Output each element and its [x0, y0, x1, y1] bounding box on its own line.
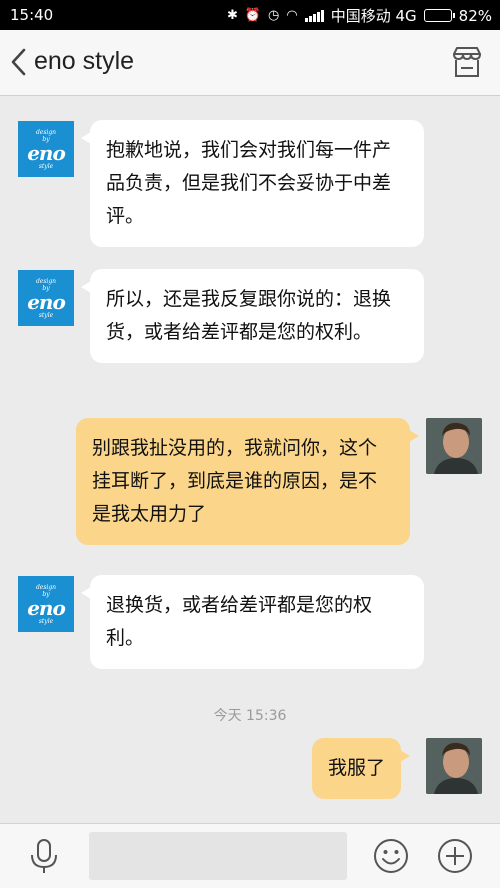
- status-bar: 15:40 ✱ ⏰ ◷ ◠ 中国移动 4G 82%: [0, 0, 500, 30]
- message-text: 所以，还是我反复跟你说的：退换货，或者给差评都是您的权利。: [106, 288, 392, 343]
- message-input[interactable]: [89, 832, 347, 880]
- avatar-logo: eno: [27, 289, 66, 314]
- message-text: 抱歉地说，我们会对我们每一件产品负责，但是我们不会妥协于中差评。: [106, 139, 392, 227]
- message-bubble-incoming[interactable]: 所以，还是我反复跟你说的：退换货，或者给差评都是您的权利。: [81, 269, 424, 363]
- avatar-text: style: [38, 617, 54, 625]
- message-text: 别跟我扯没用的，我就问你，这个挂耳断了，到底是谁的原因，是不是我太用力了: [92, 437, 378, 525]
- input-bar: [0, 823, 500, 888]
- shop-avatar[interactable]: design by eno style: [18, 576, 74, 632]
- status-icons: ✱ ⏰ ◷ ◠ 中国移动 4G 82%: [227, 5, 492, 26]
- message-bubble-incoming[interactable]: 抱歉地说，我们会对我们每一件产品负责，但是我们不会妥协于中差评。: [81, 120, 424, 247]
- smiley-icon[interactable]: [373, 838, 409, 874]
- microphone-icon[interactable]: [27, 838, 61, 874]
- chevron-left-icon[interactable]: [8, 46, 30, 78]
- store-icon[interactable]: [450, 45, 484, 79]
- plus-circle-icon[interactable]: [437, 838, 473, 874]
- avatar-text: design: [35, 583, 57, 591]
- shop-avatar[interactable]: design by eno style: [18, 121, 74, 177]
- battery-percent: 82%: [458, 6, 492, 25]
- avatar-logo: eno: [27, 140, 66, 165]
- message-bubble-outgoing[interactable]: 我服了: [312, 738, 411, 799]
- carrier-label: 中国移动 4G: [330, 7, 417, 25]
- avatar-text: design: [35, 277, 57, 285]
- message-text: 我服了: [328, 757, 386, 779]
- user-photo: [426, 738, 482, 794]
- user-photo: [426, 418, 482, 474]
- signal-icon: [304, 9, 324, 22]
- avatar-text: style: [38, 162, 54, 170]
- chat-header: eno style: [0, 30, 500, 96]
- avatar-text: design: [35, 128, 57, 136]
- user-avatar[interactable]: [426, 418, 482, 474]
- chat-area[interactable]: design by eno style 抱歉地说，我们会对我们每一件产品负责，但…: [0, 96, 500, 823]
- alarm-icon: ◷: [268, 8, 280, 23]
- message-timestamp: 今天 15:36: [213, 708, 287, 724]
- bluetooth-icon: ✱: [226, 8, 238, 23]
- shop-avatar[interactable]: design by eno style: [18, 270, 74, 326]
- status-time: 15:40: [10, 6, 54, 24]
- message-bubble-incoming[interactable]: 退换货，或者给差评都是您的权利。: [81, 575, 424, 669]
- message-bubble-outgoing[interactable]: 别跟我扯没用的，我就问你，这个挂耳断了，到底是谁的原因，是不是我太用力了: [76, 418, 419, 545]
- avatar-text: style: [38, 311, 54, 319]
- chat-title: eno style: [34, 47, 135, 75]
- message-text: 退换货，或者给差评都是您的权利。: [106, 594, 373, 649]
- avatar-logo: eno: [27, 595, 66, 620]
- wifi-icon: ◠: [286, 8, 298, 23]
- user-avatar[interactable]: [426, 738, 482, 794]
- alarm-off-icon: ⏰: [244, 8, 262, 23]
- battery-icon: [423, 9, 455, 22]
